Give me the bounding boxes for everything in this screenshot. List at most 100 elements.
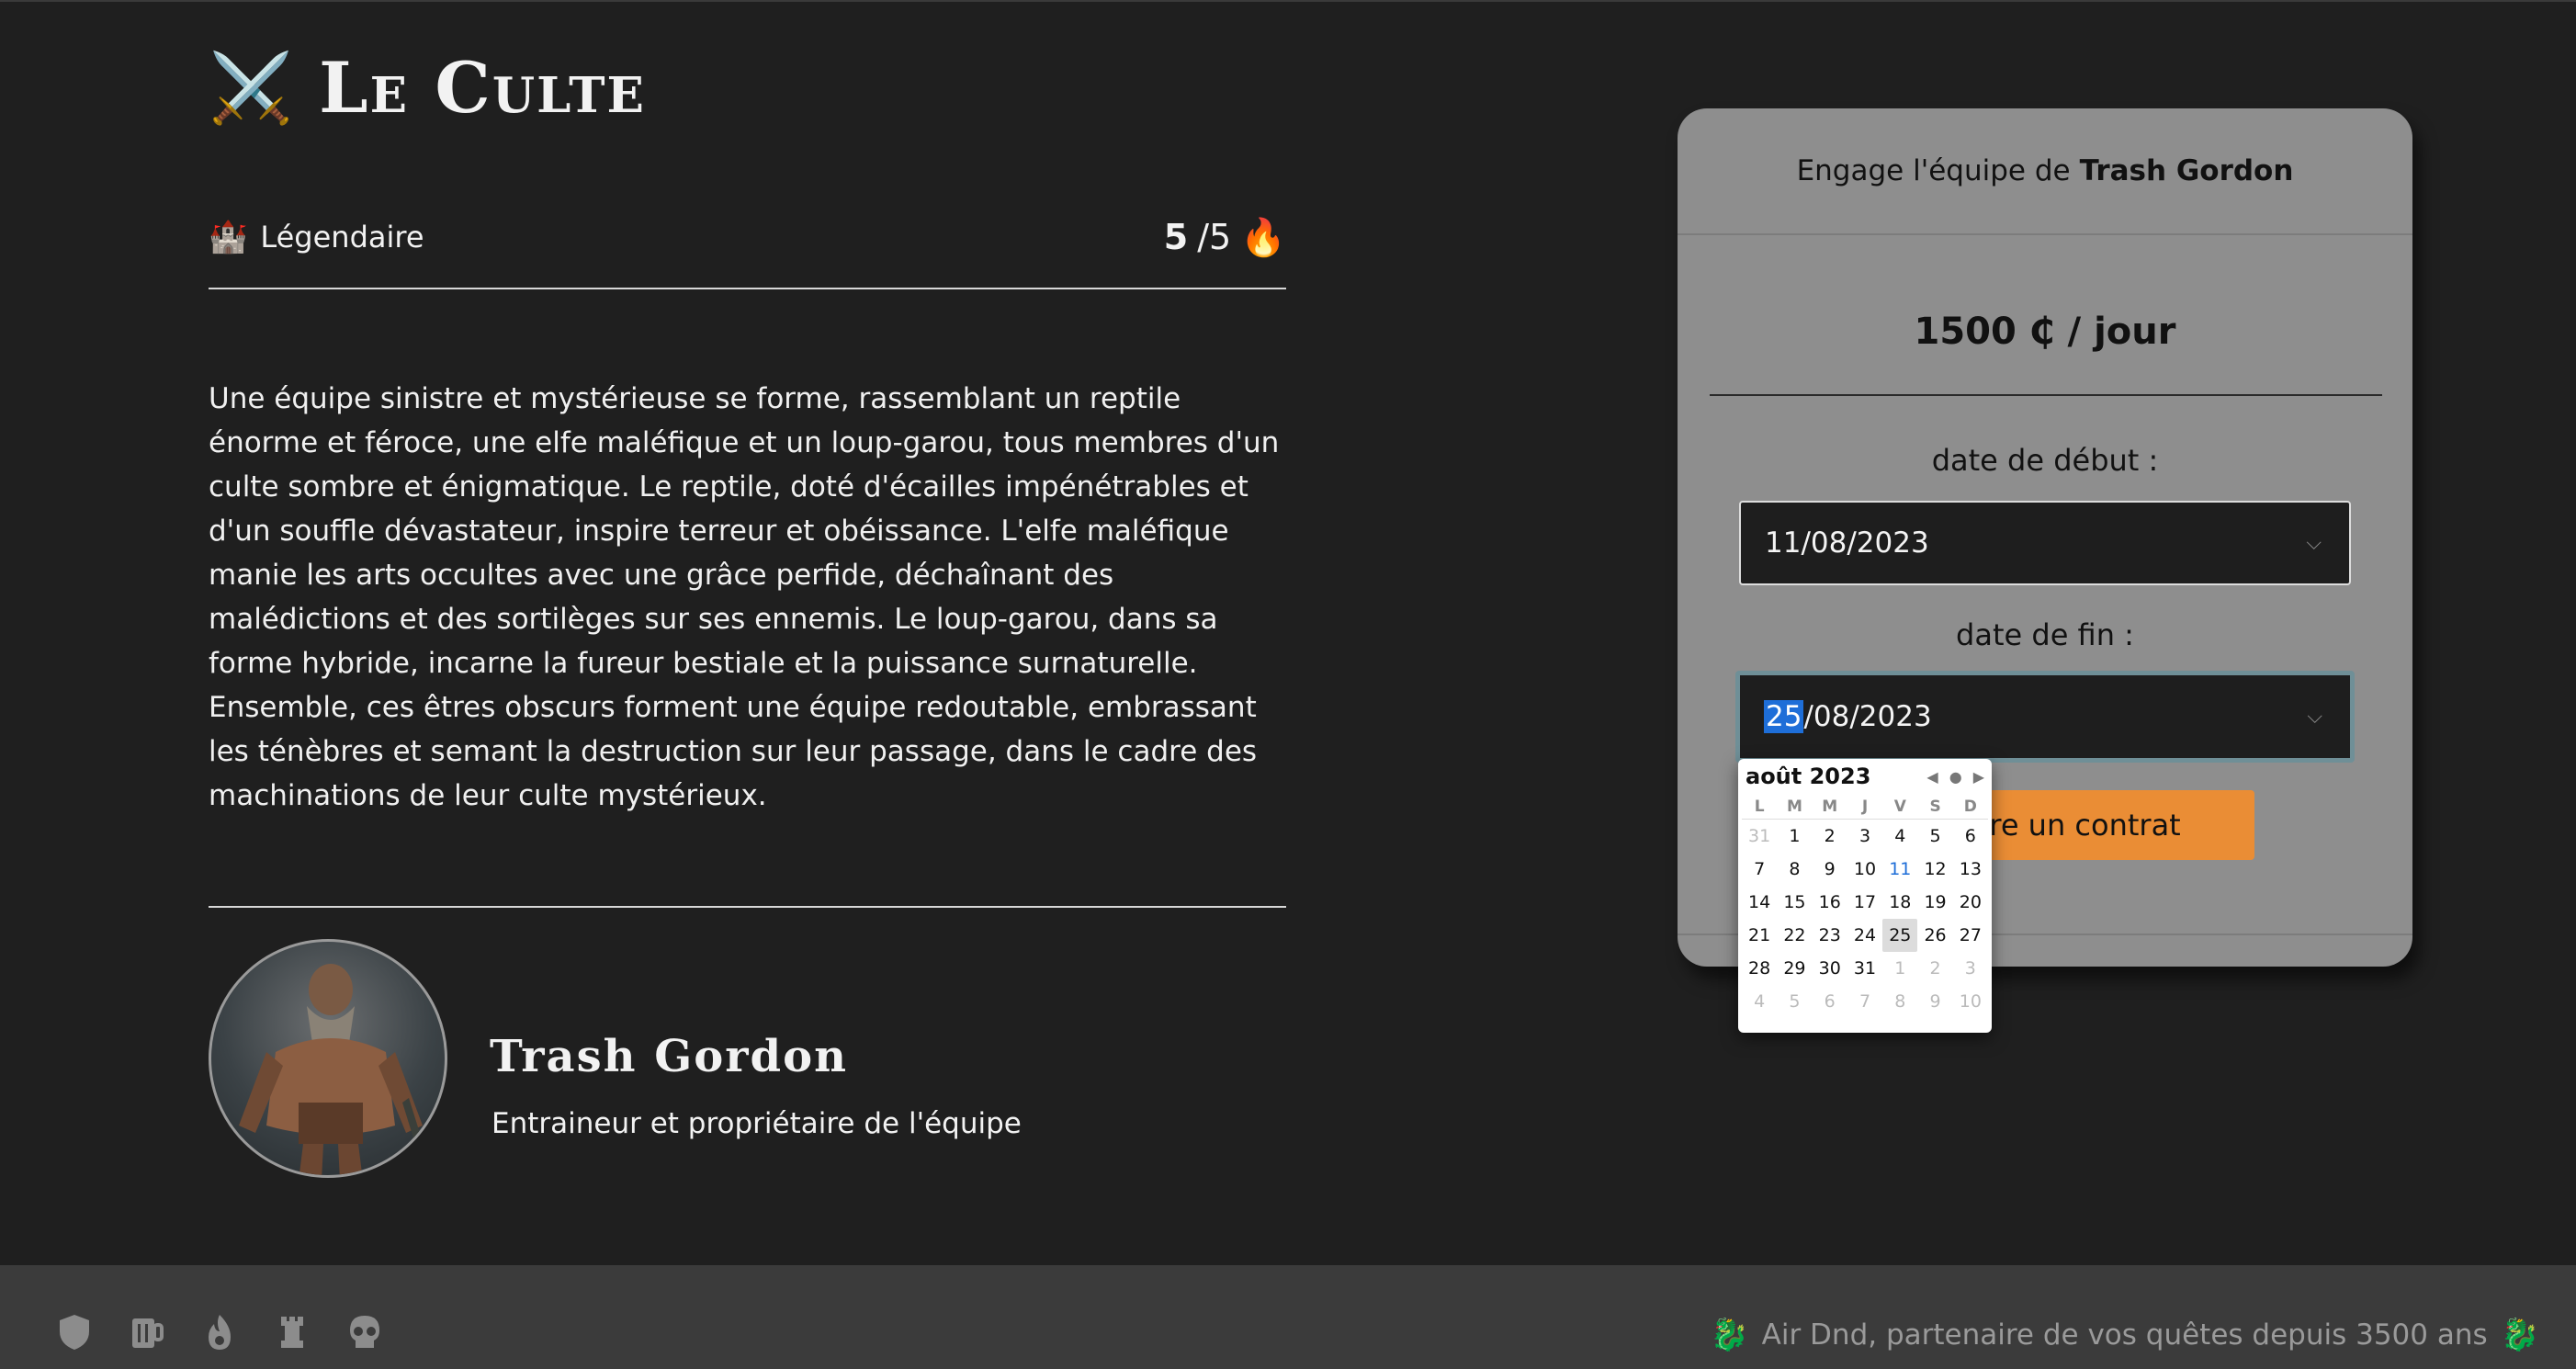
crossed-swords-icon: ⚔️: [209, 49, 294, 128]
calendar-day[interactable]: 10: [1953, 985, 1988, 1018]
calendar-grid: L M M J V S D 31 1 2 3 4 5 6 7 8 9 10 11 12 13 14 15 16 17 18 19 20…: [1742, 794, 1988, 1018]
team-meta: 🏰 Légendaire 5 /5 🔥: [209, 209, 1286, 265]
castle-icon: 🏰: [209, 219, 248, 255]
footer-nav: [57, 1313, 382, 1352]
divider: [209, 906, 1286, 908]
calendar-day[interactable]: 13: [1953, 853, 1988, 886]
owner-role: Entraineur et propriétaire de l'équipe: [491, 1107, 1022, 1140]
calendar-day[interactable]: 1: [1777, 820, 1812, 853]
calendar-day[interactable]: 7: [1742, 853, 1777, 886]
level-label: Légendaire: [260, 220, 424, 255]
start-date-label: date de début :: [1931, 443, 2159, 478]
calendar-day[interactable]: 28: [1742, 952, 1777, 985]
calendar-nav: ◀ ● ▶: [1926, 768, 1984, 786]
calendar-day[interactable]: 3: [1953, 952, 1988, 985]
footer-tagline: 🐉 Air Dnd, partenaire de vos quêtes depu…: [1710, 1317, 2539, 1353]
date-picker-popup[interactable]: août 2023 ◀ ● ▶ L M M J V S D 31 1 2 3 4 5 6 7 8 9 10 11 12…: [1738, 759, 1992, 1033]
calendar-day[interactable]: 21: [1742, 919, 1777, 952]
calendar-month: août 2023: [1746, 764, 1871, 789]
calendar-day[interactable]: 11: [1882, 853, 1917, 886]
calendar-day[interactable]: 9: [1917, 985, 1952, 1018]
calendar-day[interactable]: 19: [1917, 886, 1952, 919]
calendar-day[interactable]: 23: [1813, 919, 1847, 952]
team-description: Une équipe sinistre et mystérieuse se fo…: [209, 382, 1280, 812]
calendar-day[interactable]: 16: [1813, 886, 1847, 919]
barbarian-portrait: [239, 964, 432, 1175]
calendar-day[interactable]: 29: [1777, 952, 1812, 985]
calendar-day[interactable]: 4: [1882, 820, 1917, 853]
rating: 5 /5 🔥: [1164, 216, 1286, 259]
calendar-day[interactable]: 25: [1882, 919, 1918, 952]
owner-section: Trash Gordon Entraineur et propriétaire …: [209, 939, 1286, 1178]
weekday-header: M: [1812, 794, 1847, 820]
rook-icon[interactable]: [275, 1313, 310, 1352]
fire-icon[interactable]: [202, 1313, 237, 1352]
owner-name: Trash Gordon: [490, 1031, 849, 1082]
calendar-day[interactable]: 31: [1847, 952, 1882, 985]
booking-header-owner: Trash Gordon: [2079, 154, 2294, 187]
dragon-icon: 🐉: [2500, 1317, 2539, 1353]
calendar-header: août 2023 ◀ ● ▶: [1742, 763, 1988, 790]
today-dot-icon[interactable]: ●: [1949, 768, 1962, 786]
team-name: Le Culte: [319, 47, 646, 129]
calendar-day[interactable]: 22: [1777, 919, 1812, 952]
calendar-day[interactable]: 2: [1917, 952, 1952, 985]
calendar-day[interactable]: 12: [1917, 853, 1952, 886]
calendar-day[interactable]: 9: [1813, 853, 1847, 886]
calendar-day[interactable]: 24: [1847, 919, 1882, 952]
weekday-header: L: [1742, 794, 1778, 820]
divider: [1710, 394, 2382, 396]
footer: 🐉 Air Dnd, partenaire de vos quêtes depu…: [0, 1265, 2576, 1369]
dragon-icon: 🐉: [1710, 1317, 1749, 1353]
calendar-day[interactable]: 6: [1813, 985, 1847, 1018]
calendar-day[interactable]: 6: [1953, 820, 1988, 853]
previous-month-icon[interactable]: ◀: [1926, 768, 1938, 786]
calendar-day[interactable]: 15: [1777, 886, 1812, 919]
weekday-header: S: [1917, 794, 1953, 820]
page-title: ⚔️ Le Culte: [209, 53, 646, 123]
calendar-day[interactable]: 20: [1953, 886, 1988, 919]
calendar-day[interactable]: 8: [1777, 853, 1812, 886]
skull-icon[interactable]: [347, 1313, 382, 1352]
beer-mug-icon[interactable]: [130, 1313, 164, 1352]
weekday-header: D: [1952, 794, 1988, 820]
calendar-day[interactable]: 5: [1777, 985, 1812, 1018]
submit-contract-label: ttre un contrat: [1966, 808, 2181, 843]
calendar-day[interactable]: 7: [1847, 985, 1882, 1018]
end-date-label: date de fin :: [1956, 617, 2134, 652]
weekday-header: M: [1777, 794, 1813, 820]
weekday-header: V: [1882, 794, 1918, 820]
booking-header: Engage l'équipe de Trash Gordon: [1678, 108, 2412, 235]
calendar-day[interactable]: 18: [1882, 886, 1917, 919]
end-date-rest: /08/2023: [1803, 700, 1932, 733]
daily-price: 1500 ₵ / jour: [1914, 311, 2176, 353]
chevron-down-icon[interactable]: ⌵: [2306, 532, 2322, 555]
calendar-day[interactable]: 27: [1953, 919, 1988, 952]
level-badge: 🏰 Légendaire: [209, 219, 424, 255]
start-date-value: 11/08/2023: [1765, 526, 1929, 560]
calendar-day[interactable]: 2: [1813, 820, 1847, 853]
end-date-input[interactable]: 25/08/2023 ⌵: [1735, 671, 2355, 763]
tagline-text: Air Dnd, partenaire de vos quêtes depuis…: [1761, 1318, 2488, 1352]
calendar-day[interactable]: 26: [1917, 919, 1952, 952]
start-date-input[interactable]: 11/08/2023 ⌵: [1739, 501, 2351, 585]
fire-icon: 🔥: [1240, 216, 1286, 259]
next-month-icon[interactable]: ▶: [1973, 768, 1984, 786]
calendar-day[interactable]: 17: [1847, 886, 1882, 919]
calendar-day[interactable]: 31: [1742, 820, 1777, 853]
calendar-day[interactable]: 8: [1882, 985, 1917, 1018]
calendar-day[interactable]: 5: [1917, 820, 1952, 853]
chevron-down-icon[interactable]: ⌵: [2307, 706, 2322, 729]
weekday-header: J: [1847, 794, 1883, 820]
calendar-day[interactable]: 3: [1847, 820, 1882, 853]
shield-icon[interactable]: [57, 1313, 92, 1352]
calendar-day[interactable]: 4: [1742, 985, 1777, 1018]
calendar-day[interactable]: 30: [1813, 952, 1847, 985]
calendar-day[interactable]: 14: [1742, 886, 1777, 919]
calendar-day[interactable]: 10: [1847, 853, 1882, 886]
calendar-day[interactable]: 1: [1882, 952, 1917, 985]
rating-max: /5: [1197, 217, 1232, 257]
top-border: [0, 0, 2576, 2]
divider: [209, 288, 1286, 289]
avatar: [209, 939, 447, 1178]
